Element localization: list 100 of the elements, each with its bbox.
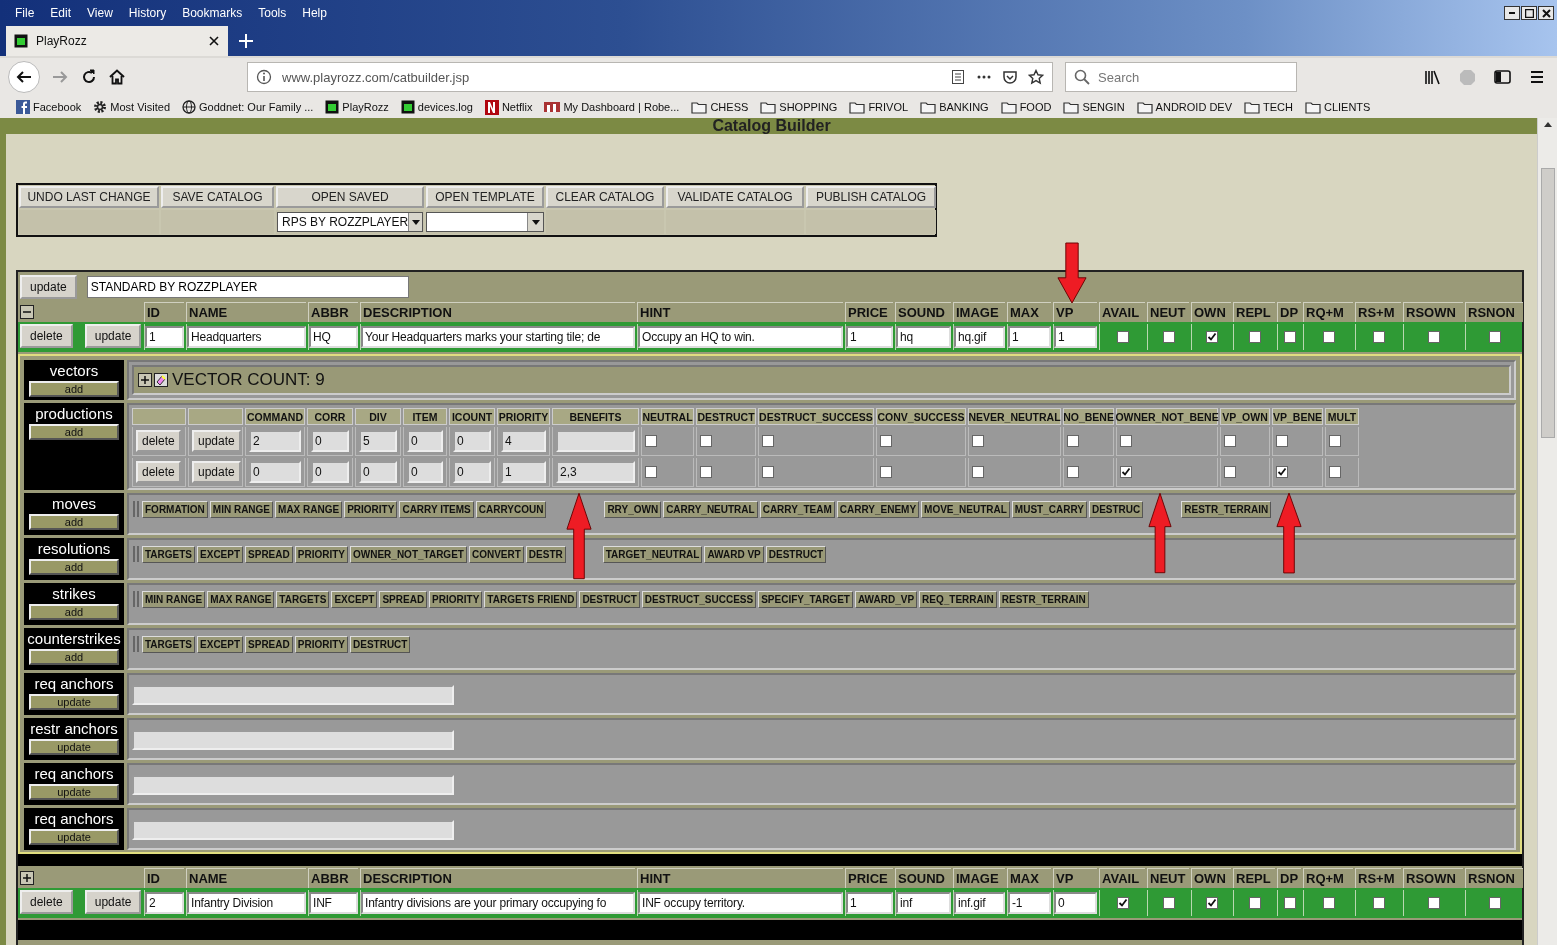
checkbox[interactable] [1205, 897, 1218, 909]
menu-item[interactable]: History [121, 6, 174, 20]
checkbox[interactable] [762, 466, 774, 478]
field-tag[interactable]: MIN RANGE [142, 590, 206, 608]
field-tag[interactable]: CONVERT [468, 545, 524, 563]
close-icon[interactable] [208, 35, 220, 47]
input-field[interactable] [132, 685, 454, 705]
bookmark-link[interactable]: CLIENTS [1304, 99, 1371, 115]
input-field[interactable]: inf.gif [954, 892, 1005, 914]
bookmark-link[interactable]: Netflix [484, 99, 533, 115]
input-field[interactable] [556, 430, 635, 452]
bookmark-link[interactable]: My Dashboard | Robe... [544, 99, 680, 115]
checkbox[interactable] [1488, 331, 1501, 343]
field-tag[interactable]: DESTRUCT [579, 590, 640, 608]
bookmark-link[interactable]: BANKING [920, 99, 989, 115]
input-field[interactable]: -1 [1008, 892, 1051, 914]
field-tag[interactable]: REQ_TERRAIN [919, 590, 997, 608]
input-field[interactable]: Your Headquarters marks your starting tile; de [361, 326, 635, 348]
checkbox[interactable] [1427, 331, 1440, 343]
checkbox[interactable] [1276, 435, 1288, 447]
action-button[interactable]: CLEAR CATALOG [546, 186, 664, 208]
action-button[interactable]: OPEN TEMPLATE [426, 186, 544, 208]
input-field[interactable]: 1 [846, 326, 893, 348]
reader-icon[interactable] [950, 69, 966, 85]
field-tag[interactable]: DESTR [525, 545, 566, 563]
checkbox[interactable] [1205, 331, 1218, 343]
menu-icon[interactable] [1529, 69, 1545, 85]
input-field[interactable]: 2 [145, 892, 184, 914]
field-tag[interactable]: TARGET_NEUTRAL [602, 545, 703, 563]
search-field[interactable]: Search [1065, 62, 1297, 92]
action-button[interactable]: SAVE CATALOG [161, 186, 274, 208]
input-field[interactable]: 5 [359, 430, 397, 452]
field-tag[interactable]: AWARD_VP [854, 590, 918, 608]
input-field[interactable]: 1 [846, 892, 893, 914]
field-tag[interactable]: PRIORITY [294, 635, 348, 653]
action-button[interactable]: VALIDATE CATALOG [666, 186, 804, 208]
bookmark-link[interactable]: SENGIN [1063, 99, 1125, 115]
grip-icon[interactable] [132, 590, 140, 608]
checkbox[interactable] [880, 435, 892, 447]
input-field[interactable] [132, 820, 454, 840]
checkbox[interactable] [645, 466, 657, 478]
delete-button[interactable]: delete [20, 890, 73, 914]
plus-icon[interactable] [238, 33, 254, 49]
checkbox[interactable] [1329, 466, 1341, 478]
field-tag[interactable]: TARGETS [142, 545, 196, 563]
section-button[interactable]: add [29, 381, 119, 397]
checkbox[interactable] [762, 435, 774, 447]
menu-item[interactable]: Help [295, 6, 334, 20]
field-tag[interactable]: PRIORITY [294, 545, 348, 563]
sidebar-icon[interactable] [1494, 69, 1511, 85]
checkbox[interactable] [1488, 897, 1501, 909]
checkbox[interactable] [1120, 466, 1132, 478]
update-button[interactable]: update [20, 275, 77, 299]
field-tag[interactable]: MUST_CARRY [1011, 500, 1087, 518]
input-field[interactable]: Infantry Division [187, 892, 306, 914]
input-field[interactable]: INF occupy territory. [638, 892, 843, 914]
input-field[interactable]: 0 [311, 430, 349, 452]
update-button[interactable]: update [84, 324, 142, 348]
menu-item[interactable]: Bookmarks [175, 6, 250, 20]
menu-item[interactable]: View [80, 6, 120, 20]
checkbox[interactable] [1116, 897, 1129, 909]
input-field[interactable]: 1 [1008, 326, 1051, 348]
section-button[interactable]: update [29, 784, 119, 800]
field-tag[interactable]: CARRY_NEUTRAL [663, 500, 758, 518]
input-field[interactable]: 0 [311, 461, 349, 483]
field-tag[interactable]: TARGETS FRIEND [484, 590, 578, 608]
star-icon[interactable] [1028, 69, 1044, 85]
expand-icon[interactable] [20, 871, 34, 885]
checkbox[interactable] [1322, 331, 1335, 343]
field-tag[interactable]: MAX RANGE [275, 500, 343, 518]
field-tag[interactable]: EXCEPT [331, 590, 378, 608]
input-field[interactable]: 4 [501, 430, 546, 452]
section-button[interactable]: update [29, 739, 119, 755]
checkbox[interactable] [1224, 435, 1236, 447]
input-field[interactable]: 0 [407, 461, 443, 483]
field-tag[interactable]: DESTRUCT_SUCCESS [641, 590, 757, 608]
field-tag[interactable]: SPREAD [245, 635, 293, 653]
input-field[interactable]: 2 [249, 430, 301, 452]
home-icon[interactable] [109, 69, 125, 85]
bookmark-link[interactable]: TECH [1244, 99, 1293, 115]
close-button[interactable] [1538, 6, 1554, 20]
field-tag[interactable]: EXCEPT [197, 635, 244, 653]
update-button[interactable]: update [84, 890, 142, 914]
input-field[interactable]: INF [309, 892, 358, 914]
expand-icon[interactable] [138, 373, 152, 387]
scrollbar-thumb[interactable] [1540, 168, 1555, 438]
section-button[interactable]: update [29, 829, 119, 845]
field-tag[interactable]: SPREAD [245, 545, 293, 563]
input-field[interactable]: 1 [145, 326, 184, 348]
maximize-button[interactable] [1521, 6, 1537, 20]
input-field[interactable]: 0 [249, 461, 301, 483]
browser-tab[interactable]: PlayRozz [6, 26, 228, 56]
vertical-scrollbar[interactable] [1537, 118, 1557, 945]
checkbox[interactable] [880, 466, 892, 478]
checkbox[interactable] [972, 435, 984, 447]
delete-button[interactable]: delete [20, 324, 73, 348]
field-tag[interactable]: OWNER_NOT_TARGET [350, 545, 467, 563]
section-button[interactable]: update [29, 694, 119, 710]
field-tag[interactable]: FORMATION [142, 500, 208, 518]
field-tag[interactable]: PRIORITY [429, 590, 483, 608]
